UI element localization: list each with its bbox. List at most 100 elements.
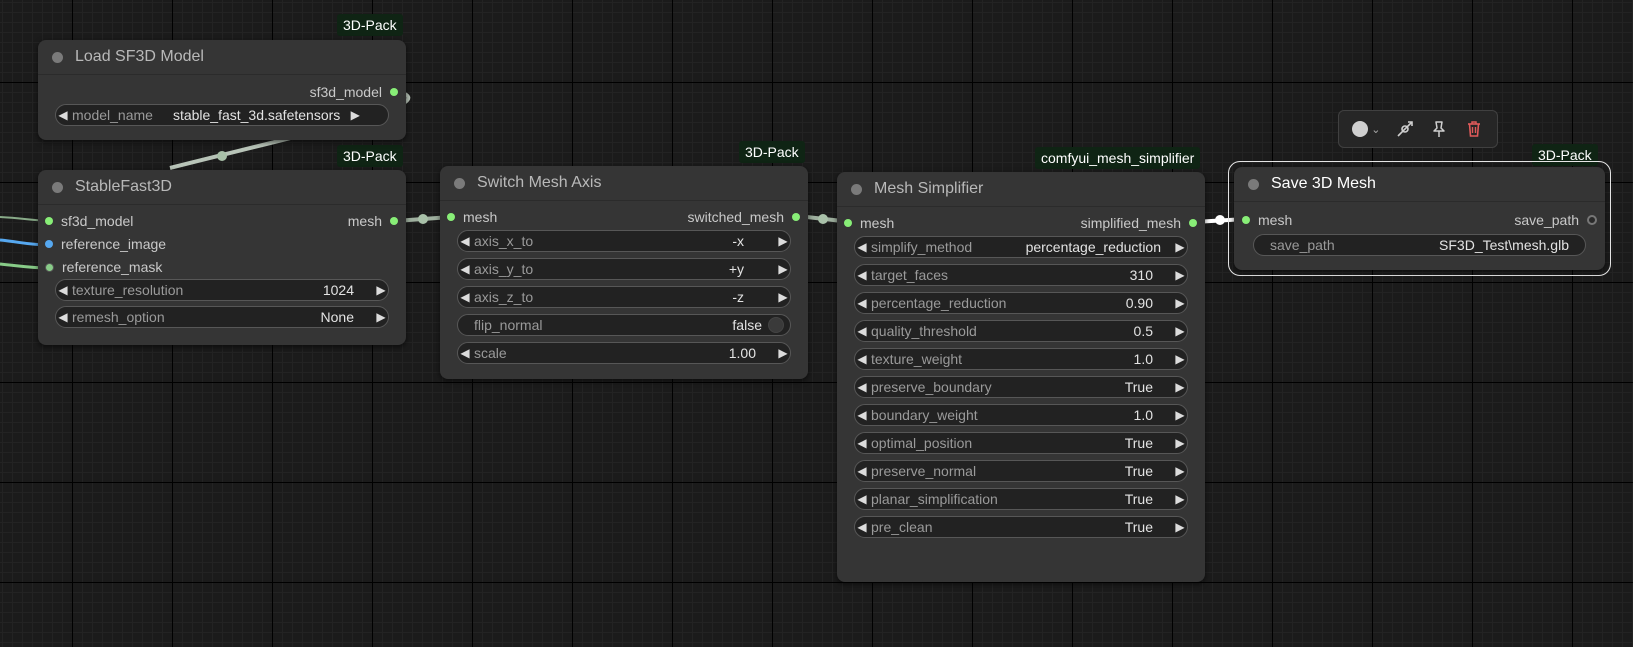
input-mesh[interactable]: mesh xyxy=(844,212,894,234)
arrow-right-icon[interactable]: ▶ xyxy=(1173,324,1187,338)
output-slot-icon[interactable] xyxy=(390,88,398,96)
arrow-left-icon[interactable]: ◀ xyxy=(855,240,869,254)
bypass-button[interactable] xyxy=(1395,119,1415,139)
widget-axis-x-to[interactable]: ◀ axis_x_to -x ▶ xyxy=(457,230,791,252)
arrow-right-icon[interactable]: ▶ xyxy=(1173,436,1187,450)
node-load-sf3d-model[interactable]: Load SF3D Model sf3d_model ◀ model_name … xyxy=(38,40,406,140)
output-slot-icon[interactable] xyxy=(1587,215,1597,225)
input-sf3d-model[interactable]: sf3d_model xyxy=(45,210,133,232)
arrow-left-icon[interactable]: ◀ xyxy=(458,346,472,360)
node-header[interactable]: Mesh Simplifier xyxy=(837,172,1205,207)
collapse-dot-icon[interactable] xyxy=(52,51,63,63)
arrow-left-icon[interactable]: ◀ xyxy=(855,352,869,366)
color-picker-button[interactable]: ⌄ xyxy=(1352,121,1380,137)
widget-optimal-position[interactable]: ◀ optimal_position True ▶ xyxy=(854,432,1188,454)
arrow-left-icon[interactable]: ◀ xyxy=(56,108,70,122)
arrow-right-icon[interactable]: ▶ xyxy=(776,262,790,276)
arrow-left-icon[interactable]: ◀ xyxy=(56,283,70,297)
arrow-left-icon[interactable]: ◀ xyxy=(458,262,472,276)
input-mesh[interactable]: mesh xyxy=(1242,209,1292,231)
arrow-left-icon[interactable]: ◀ xyxy=(855,324,869,338)
arrow-left-icon[interactable]: ◀ xyxy=(458,290,472,304)
widget-remesh-option[interactable]: ◀ remesh_option None ▶ xyxy=(55,306,389,328)
arrow-right-icon[interactable]: ▶ xyxy=(776,346,790,360)
node-save-3d-mesh[interactable]: Save 3D Mesh mesh save_path save_path SF… xyxy=(1234,167,1605,270)
widget-axis-y-to[interactable]: ◀ axis_y_to +y ▶ xyxy=(457,258,791,280)
arrow-right-icon[interactable]: ▶ xyxy=(348,108,362,122)
widget-simplify-method[interactable]: ◀ simplify_method percentage_reduction ▶ xyxy=(854,236,1188,258)
collapse-dot-icon[interactable] xyxy=(52,181,63,193)
input-slot-icon[interactable] xyxy=(45,217,53,225)
link-midpoint[interactable] xyxy=(818,214,828,224)
arrow-right-icon[interactable]: ▶ xyxy=(374,283,388,297)
collapse-dot-icon[interactable] xyxy=(851,183,862,195)
arrow-left-icon[interactable]: ◀ xyxy=(855,464,869,478)
input-slot-icon[interactable] xyxy=(45,262,54,272)
widget-texture-weight[interactable]: ◀ texture_weight 1.0 ▶ xyxy=(854,348,1188,370)
widget-axis-z-to[interactable]: ◀ axis_z_to -z ▶ xyxy=(457,286,791,308)
arrow-right-icon[interactable]: ▶ xyxy=(1173,492,1187,506)
widget-quality-threshold[interactable]: ◀ quality_threshold 0.5 ▶ xyxy=(854,320,1188,342)
node-header[interactable]: Save 3D Mesh xyxy=(1234,167,1605,202)
output-slot-icon[interactable] xyxy=(792,213,800,221)
widget-planar-simplification[interactable]: ◀ planar_simplification True ▶ xyxy=(854,488,1188,510)
widget-scale[interactable]: ◀ scale 1.00 ▶ xyxy=(457,342,791,364)
arrow-left-icon[interactable]: ◀ xyxy=(855,520,869,534)
widget-save-path[interactable]: save_path SF3D_Test\mesh.glb xyxy=(1253,234,1586,256)
widget-boundary-weight[interactable]: ◀ boundary_weight 1.0 ▶ xyxy=(854,404,1188,426)
arrow-left-icon[interactable]: ◀ xyxy=(458,234,472,248)
toggle-icon[interactable] xyxy=(768,317,784,333)
arrow-right-icon[interactable]: ▶ xyxy=(1173,520,1187,534)
arrow-right-icon[interactable]: ▶ xyxy=(374,310,388,324)
arrow-right-icon[interactable]: ▶ xyxy=(1173,408,1187,422)
link-midpoint[interactable] xyxy=(1215,215,1225,225)
output-switched-mesh[interactable]: switched_mesh xyxy=(688,206,800,228)
widget-percentage-reduction[interactable]: ◀ percentage_reduction 0.90 ▶ xyxy=(854,292,1188,314)
arrow-left-icon[interactable]: ◀ xyxy=(855,436,869,450)
arrow-left-icon[interactable]: ◀ xyxy=(855,408,869,422)
input-reference-image[interactable]: reference_image xyxy=(45,233,166,255)
widget-pre-clean[interactable]: ◀ pre_clean True ▶ xyxy=(854,516,1188,538)
node-header[interactable]: Switch Mesh Axis xyxy=(440,166,808,201)
arrow-right-icon[interactable]: ▶ xyxy=(1173,296,1187,310)
output-save-path[interactable]: save_path xyxy=(1514,209,1597,231)
node-mesh-simplifier[interactable]: Mesh Simplifier mesh simplified_mesh ◀ s… xyxy=(837,172,1205,582)
node-header[interactable]: StableFast3D xyxy=(38,170,406,205)
node-switch-mesh-axis[interactable]: Switch Mesh Axis mesh switched_mesh ◀ ax… xyxy=(440,166,808,379)
arrow-right-icon[interactable]: ▶ xyxy=(1173,380,1187,394)
arrow-left-icon[interactable]: ◀ xyxy=(855,268,869,282)
arrow-right-icon[interactable]: ▶ xyxy=(1173,464,1187,478)
input-reference-mask[interactable]: reference_mask xyxy=(45,256,162,278)
output-sf3d-model[interactable]: sf3d_model xyxy=(310,81,398,103)
pin-button[interactable] xyxy=(1429,119,1449,139)
input-slot-icon[interactable] xyxy=(447,213,455,221)
arrow-right-icon[interactable]: ▶ xyxy=(776,290,790,304)
output-slot-icon[interactable] xyxy=(390,217,398,225)
input-slot-icon[interactable] xyxy=(844,219,852,227)
widget-model-name[interactable]: ◀ model_name stable_fast_3d.safetensors … xyxy=(55,104,389,126)
input-slot-icon[interactable] xyxy=(1242,216,1250,224)
output-slot-icon[interactable] xyxy=(1189,219,1197,227)
arrow-left-icon[interactable]: ◀ xyxy=(855,492,869,506)
collapse-dot-icon[interactable] xyxy=(454,177,465,189)
arrow-left-icon[interactable]: ◀ xyxy=(855,296,869,310)
link-midpoint[interactable] xyxy=(217,151,227,161)
node-stablefast3d[interactable]: StableFast3D sf3d_model reference_image … xyxy=(38,170,406,345)
arrow-right-icon[interactable]: ▶ xyxy=(1173,352,1187,366)
node-header[interactable]: Load SF3D Model xyxy=(38,40,406,75)
widget-preserve-normal[interactable]: ◀ preserve_normal True ▶ xyxy=(854,460,1188,482)
output-mesh[interactable]: mesh xyxy=(348,210,398,232)
widget-flip-normal[interactable]: flip_normal false xyxy=(457,314,791,336)
arrow-right-icon[interactable]: ▶ xyxy=(1173,240,1187,254)
arrow-right-icon[interactable]: ▶ xyxy=(1173,268,1187,282)
input-slot-icon[interactable] xyxy=(45,240,53,248)
arrow-left-icon[interactable]: ◀ xyxy=(56,310,70,324)
widget-texture-resolution[interactable]: ◀ texture_resolution 1024 ▶ xyxy=(55,279,389,301)
widget-preserve-boundary[interactable]: ◀ preserve_boundary True ▶ xyxy=(854,376,1188,398)
collapse-dot-icon[interactable] xyxy=(1248,178,1259,190)
arrow-right-icon[interactable]: ▶ xyxy=(776,234,790,248)
input-mesh[interactable]: mesh xyxy=(447,206,497,228)
link-midpoint[interactable] xyxy=(418,214,428,224)
widget-target-faces[interactable]: ◀ target_faces 310 ▶ xyxy=(854,264,1188,286)
delete-button[interactable] xyxy=(1464,119,1484,139)
